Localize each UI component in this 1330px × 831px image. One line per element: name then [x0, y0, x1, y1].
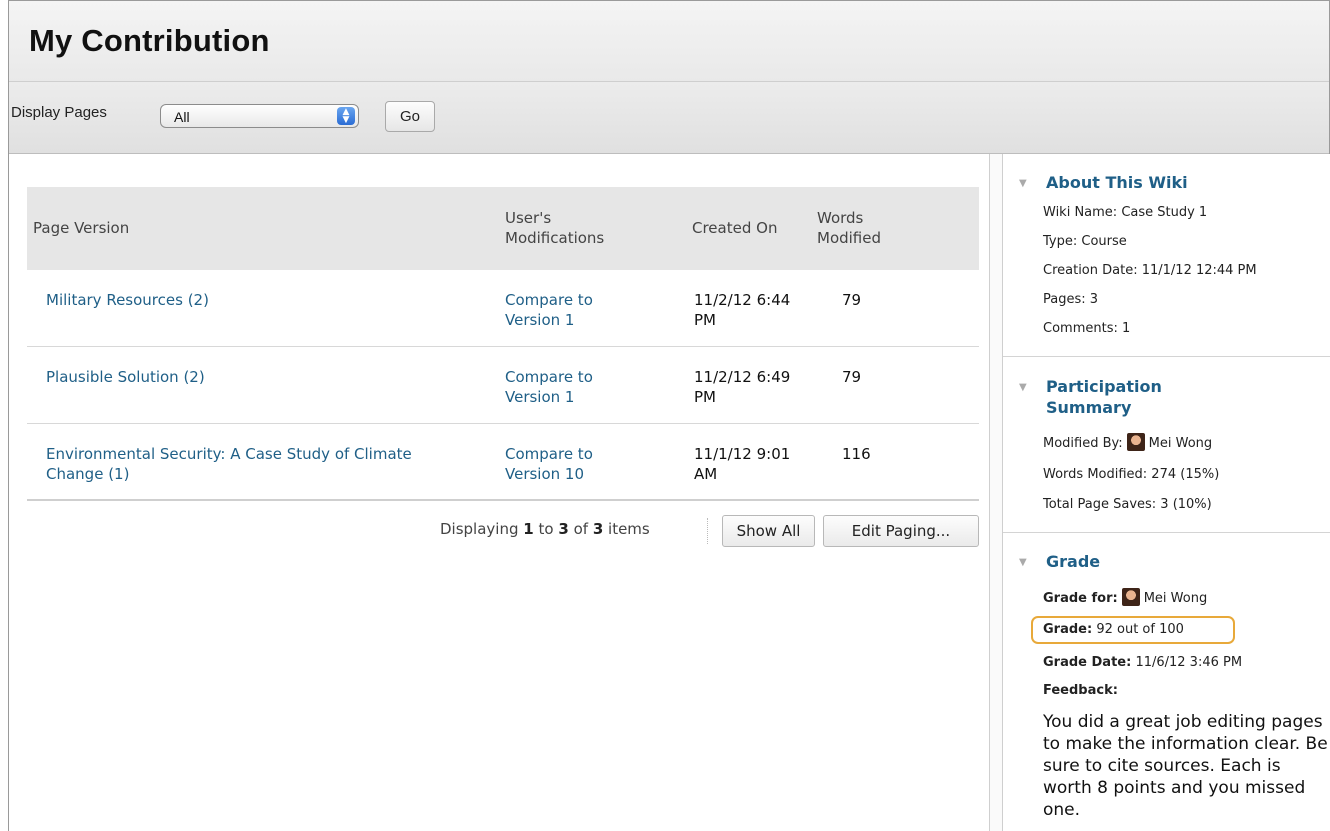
display-pages-select[interactable]: All ▲ ▼	[160, 104, 359, 128]
about-wiki-panel: ▼ About This Wiki Wiki Name: Case Study 1…	[1003, 154, 1330, 357]
page-version-link[interactable]: Plausible Solution (2)	[46, 367, 205, 387]
header-created-on: Created On	[692, 219, 778, 237]
wiki-pages: Pages: 3	[1043, 292, 1099, 307]
grade-for: Grade for: Mei Wong	[1043, 588, 1207, 606]
contribution-table-area: Page Version User's Modifications Create…	[9, 154, 989, 831]
compare-link-line1[interactable]: Compare to	[505, 444, 593, 464]
show-all-button[interactable]: Show All	[722, 515, 815, 547]
pagination-bar: Displaying 1 to 3 of 3 items Show All Ed…	[9, 514, 989, 554]
about-wiki-title[interactable]: ▼ About This Wiki	[1019, 172, 1188, 194]
go-button[interactable]: Go	[385, 101, 435, 132]
select-arrows-icon: ▲ ▼	[337, 107, 355, 125]
modified-by: Modified By: Mei Wong	[1043, 433, 1212, 451]
compare-link-line2[interactable]: Version 10	[505, 464, 584, 484]
page-title: My Contribution	[29, 23, 270, 58]
header-words-2: Modified	[817, 229, 882, 247]
collapse-triangle-icon: ▼	[1019, 178, 1027, 189]
wiki-comments: Comments: 1	[1043, 321, 1131, 336]
participation-panel: ▼ Participation Summary Modified By: Mei W…	[1003, 357, 1330, 533]
table-row: Military Resources (2) Compare to Versio…	[27, 270, 979, 347]
compare-link-line2[interactable]: Version 1	[505, 387, 574, 407]
grade-title[interactable]: ▼ Grade	[1019, 551, 1100, 573]
grade-panel: ▼ Grade Grade for: Mei Wong Grade: 92 out …	[1003, 533, 1330, 831]
created-on-line2: PM	[694, 388, 716, 406]
avatar	[1121, 588, 1140, 606]
header-words-1: Words	[817, 209, 864, 227]
window-frame: My Contribution Display Pages All ▲ ▼ Go …	[8, 0, 1330, 831]
collapse-triangle-icon: ▼	[1019, 382, 1027, 393]
compare-link-line2[interactable]: Version 1	[505, 310, 574, 330]
participation-title[interactable]: ▼ Participation	[1019, 376, 1162, 398]
display-toolbar: Display Pages All ▲ ▼ Go	[9, 82, 1329, 154]
avatar	[1126, 433, 1145, 451]
page-version-link[interactable]: Military Resources (2)	[46, 290, 209, 310]
created-on-line1: 11/2/12 6:44	[694, 291, 791, 309]
words-modified: 116	[842, 445, 871, 463]
pager-separator	[707, 518, 708, 544]
grade-value: Grade: 92 out of 100	[1043, 622, 1184, 637]
feedback-label: Feedback:	[1043, 683, 1118, 698]
collapse-triangle-icon: ▼	[1019, 557, 1027, 568]
created-on-line2: PM	[694, 311, 716, 329]
header-modifications-2: Modifications	[505, 229, 605, 247]
page-version-link[interactable]: Environmental Security: A Case Study of …	[46, 444, 412, 464]
created-on-line1: 11/2/12 6:49	[694, 368, 791, 386]
display-pages-value: All	[174, 109, 190, 125]
wiki-type: Type: Course	[1043, 234, 1127, 249]
compare-link-line1[interactable]: Compare to	[505, 367, 593, 387]
created-on-line1: 11/1/12 9:01	[694, 445, 791, 463]
feedback-text: You did a great job editing pages to mak…	[1043, 712, 1328, 820]
participation-title-line2[interactable]: Summary	[1046, 397, 1131, 418]
words-modified: 79	[842, 368, 862, 386]
edit-paging-button[interactable]: Edit Paging...	[823, 515, 979, 547]
page-version-link-line2[interactable]: Change (1)	[46, 464, 129, 484]
header-modifications-1: User's	[505, 209, 552, 227]
wiki-creation-date: Creation Date: 11/1/12 12:44 PM	[1043, 263, 1257, 278]
table-row: Environmental Security: A Case Study of …	[27, 424, 979, 501]
display-pages-label: Display Pages	[11, 104, 107, 121]
grade-date: Grade Date: 11/6/12 3:46 PM	[1043, 655, 1243, 670]
pagination-info: Displaying 1 to 3 of 3 items	[440, 520, 650, 538]
words-modified: 79	[842, 291, 862, 309]
table-row: Plausible Solution (2) Compare to Versio…	[27, 347, 979, 424]
words-modified-summary: Words Modified: 274 (15%)	[1043, 467, 1220, 482]
table-header: Page Version User's Modifications Create…	[27, 187, 979, 270]
title-bar: My Contribution	[9, 1, 1329, 82]
created-on-line2: AM	[694, 465, 718, 483]
compare-link-line1[interactable]: Compare to	[505, 290, 593, 310]
header-page-version: Page Version	[33, 219, 130, 237]
sidebar: ▼ About This Wiki Wiki Name: Case Study 1…	[1003, 154, 1330, 831]
wiki-name: Wiki Name: Case Study 1	[1043, 205, 1208, 220]
sidebar-divider	[989, 154, 1003, 831]
total-page-saves: Total Page Saves: 3 (10%)	[1043, 497, 1212, 512]
